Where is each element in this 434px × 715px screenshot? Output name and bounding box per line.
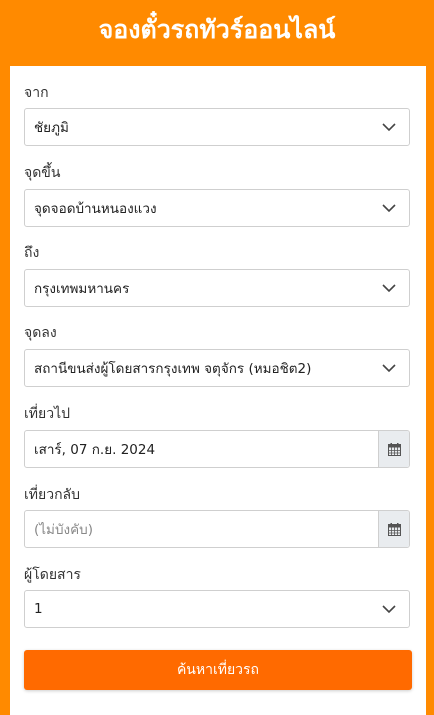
pickup-select[interactable]: จุดจอดบ้านหนองแวง (24, 189, 410, 227)
to-select[interactable]: กรุงเทพมหานคร (24, 269, 410, 307)
search-trips-button[interactable]: ค้นหาเที่ยวรถ (24, 650, 412, 690)
return-placeholder: (ไม่บังคับ) (34, 522, 93, 538)
chevron-down-icon (369, 109, 409, 145)
calendar-icon (387, 522, 401, 536)
booking-page: จองตั๋วรถทัวร์ออนไลน์ จาก ชัยภูมิ จุดขึ้… (0, 0, 434, 715)
departure-date-input[interactable]: เสาร์, 07 ก.ย. 2024 (24, 430, 410, 468)
chevron-down-icon (369, 190, 409, 226)
pickup-label: จุดขึ้น (24, 165, 61, 181)
dropoff-select[interactable]: สถานีขนส่งผู้โดยสารกรุงเทพ จตุจักร (หมอช… (24, 349, 410, 387)
return-calendar-button[interactable] (378, 511, 409, 547)
return-date-input[interactable]: (ไม่บังคับ) (24, 510, 410, 548)
chevron-down-icon (369, 591, 409, 627)
from-value: ชัยภูมิ (34, 120, 69, 136)
departure-label: เที่ยวไป (24, 406, 71, 422)
passengers-select[interactable]: 1 (24, 590, 410, 628)
passengers-label: ผู้โดยสาร (24, 567, 81, 583)
passengers-value: 1 (34, 601, 43, 617)
page-title: จองตั๋วรถทัวร์ออนไลน์ (98, 15, 336, 44)
to-value: กรุงเทพมหานคร (34, 281, 130, 297)
from-label: จาก (24, 85, 49, 101)
calendar-icon (387, 442, 401, 456)
return-label: เที่ยวกลับ (24, 487, 81, 503)
dropoff-label: จุดลง (24, 325, 57, 341)
departure-calendar-button[interactable] (378, 431, 409, 467)
from-select[interactable]: ชัยภูมิ (24, 108, 410, 146)
pickup-value: จุดจอดบ้านหนองแวง (34, 201, 157, 217)
dropoff-value: สถานีขนส่งผู้โดยสารกรุงเทพ จตุจักร (หมอช… (34, 361, 312, 377)
departure-value: เสาร์, 07 ก.ย. 2024 (34, 442, 156, 458)
to-label: ถึง (24, 245, 40, 261)
chevron-down-icon (369, 350, 409, 386)
chevron-down-icon (369, 270, 409, 306)
